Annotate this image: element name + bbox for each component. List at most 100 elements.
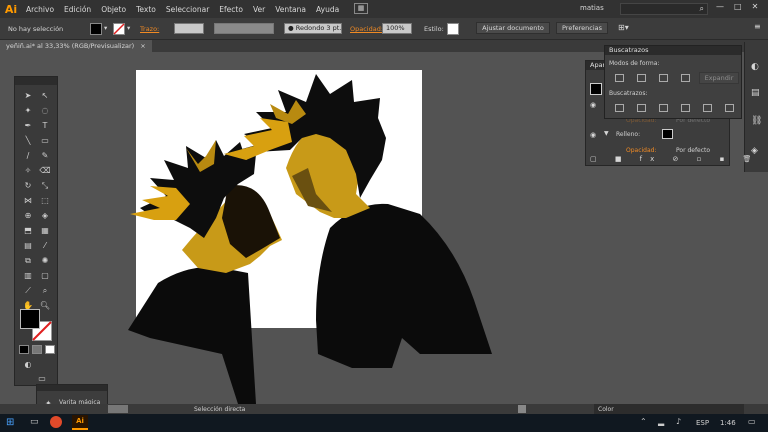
menu-texto[interactable]: Texto: [136, 5, 156, 14]
volume-icon[interactable]: ♪: [676, 417, 681, 426]
expand-button[interactable]: Expandir: [699, 72, 739, 84]
symbol-sprayer-tool-icon[interactable]: ✺: [38, 254, 52, 267]
illustration[interactable]: [120, 68, 500, 404]
minimize-icon[interactable]: —: [716, 2, 724, 11]
none-mode-icon[interactable]: [45, 345, 55, 354]
tab-close-icon[interactable]: ×: [140, 42, 145, 50]
shaper-tool-icon[interactable]: ✧: [21, 164, 35, 177]
preferences-button[interactable]: Preferencias: [556, 22, 608, 34]
divide-icon[interactable]: [615, 104, 624, 112]
mesh-tool-icon[interactable]: ▦: [38, 224, 52, 237]
notifications-icon[interactable]: ▭: [748, 417, 756, 426]
menu-ayuda[interactable]: Ayuda: [316, 5, 339, 14]
slice-tool-icon[interactable]: ⟋: [21, 284, 35, 297]
color-panel-icon[interactable]: ◐: [751, 62, 759, 72]
intersect-icon[interactable]: [659, 74, 668, 82]
selection-tool-icon[interactable]: ➤: [21, 89, 35, 102]
exclude-icon[interactable]: [681, 74, 690, 82]
fill-row-swatch[interactable]: [662, 129, 673, 139]
fill-expand-triangle-icon[interactable]: ▼: [604, 130, 609, 137]
gradient-mode-icon[interactable]: [32, 345, 42, 354]
stroke-swatch[interactable]: [113, 23, 125, 35]
clock[interactable]: 1:46: [720, 419, 736, 427]
outline-icon[interactable]: [703, 104, 712, 112]
fill-swatch[interactable]: [90, 23, 102, 35]
menu-seleccionar[interactable]: Seleccionar: [166, 5, 209, 14]
paintbrush-tool-icon[interactable]: ∕: [21, 149, 35, 162]
width-tool-icon[interactable]: ⋈: [21, 194, 35, 207]
free-transform-tool-icon[interactable]: ⬚: [38, 194, 52, 207]
language-indicator[interactable]: ESP: [696, 419, 709, 427]
color-panel-collapsed[interactable]: Color: [594, 404, 744, 414]
color-panel-tab[interactable]: Color: [598, 406, 614, 413]
pen-tool-icon[interactable]: ✒: [21, 119, 35, 132]
brush-dropdown[interactable]: ● Redondo 3 pt.: [284, 23, 342, 34]
document-tab[interactable]: yeñiñ.ai* al 33,33% (RGB/Previsualizar) …: [0, 40, 152, 52]
fill-color-front[interactable]: [20, 309, 40, 329]
adjust-document-button[interactable]: Ajustar documento: [476, 22, 550, 34]
menu-archivo[interactable]: Archivo: [26, 5, 54, 14]
live-paint-tool-icon[interactable]: ◈: [38, 209, 52, 222]
maximize-icon[interactable]: □: [734, 2, 742, 11]
trim-icon[interactable]: [637, 104, 646, 112]
blend-tool-icon[interactable]: ⧉: [21, 254, 35, 267]
opacity-label[interactable]: Opacidad:: [350, 25, 383, 33]
fill-visibility-eye-icon[interactable]: ◉: [590, 131, 596, 139]
menu-objeto[interactable]: Objeto: [101, 5, 126, 14]
zoom-field[interactable]: [108, 405, 128, 413]
opacity-field[interactable]: 100%: [382, 23, 412, 34]
zoom-tool-icon[interactable]: ⌕: [38, 284, 52, 297]
rectangle-tool-icon[interactable]: ▭: [38, 134, 52, 147]
scale-tool-icon[interactable]: ⤡: [38, 179, 52, 192]
illustrator-taskbar-icon[interactable]: Ai: [72, 415, 88, 430]
lasso-tool-icon[interactable]: ◌: [38, 104, 52, 117]
windows-start-icon[interactable]: ⊞: [6, 417, 14, 428]
network-icon[interactable]: ▂: [658, 417, 664, 426]
direct-selection-tool-icon[interactable]: ↖: [38, 89, 52, 102]
workspace-switcher-icon[interactable]: ▦: [354, 3, 368, 14]
crop-icon[interactable]: [681, 104, 690, 112]
menu-edicion[interactable]: Edición: [64, 5, 91, 14]
unite-icon[interactable]: [615, 74, 624, 82]
eyedropper-tool-icon[interactable]: ⁄: [38, 239, 52, 252]
shape-builder-tool-icon[interactable]: ⊕: [21, 209, 35, 222]
appearance-footer-icons[interactable]: ▢ ■ fx ⊘ ▫ ▪ 🗑︎: [590, 155, 759, 163]
tools-panel-header[interactable]: [15, 77, 57, 85]
style-swatch[interactable]: [447, 23, 459, 35]
tray-arrow-icon[interactable]: ⌃: [640, 417, 647, 426]
gradient-tool-icon[interactable]: ▤: [21, 239, 35, 252]
help-search-icon[interactable]: ⌕: [620, 3, 708, 15]
minus-front-icon[interactable]: [637, 74, 646, 82]
search-taskbar-icon[interactable]: ▭: [30, 417, 39, 427]
properties-panel-icon[interactable]: ▤: [751, 88, 760, 98]
stroke-weight-field[interactable]: [174, 23, 204, 34]
links-panel-icon[interactable]: ⛓: [751, 116, 762, 126]
stroke-label[interactable]: Trazo:: [140, 25, 159, 33]
variable-width-dropdown[interactable]: [214, 23, 274, 34]
menu-efecto[interactable]: Efecto: [219, 5, 243, 14]
eraser-tool-icon[interactable]: ⌫: [38, 164, 52, 177]
type-tool-icon[interactable]: T: [38, 119, 52, 132]
stroke-dropdown-icon[interactable]: ▾: [127, 24, 130, 32]
magic-wand-tool-icon[interactable]: ✦: [21, 104, 35, 117]
user-name[interactable]: matias: [580, 4, 604, 12]
graph-tool-icon[interactable]: ▥: [21, 269, 35, 282]
zoom-alt-icon[interactable]: 🔍︎: [38, 299, 52, 312]
color-mode-icon[interactable]: [19, 345, 29, 354]
fill-opacity-label[interactable]: Opacidad:: [626, 147, 657, 154]
fill-dropdown-icon[interactable]: ▾: [104, 24, 107, 32]
pathfinder-panel-tab[interactable]: Buscatrazos: [605, 46, 741, 55]
panel-menu-icon[interactable]: ≡: [754, 22, 761, 31]
pencil-tool-icon[interactable]: ✎: [38, 149, 52, 162]
menu-ventana[interactable]: Ventana: [275, 5, 306, 14]
horizontal-scroll-thumb[interactable]: [518, 405, 526, 413]
line-tool-icon[interactable]: ╲: [21, 134, 35, 147]
rotate-tool-icon[interactable]: ↻: [21, 179, 35, 192]
visibility-eye-icon[interactable]: ◉: [590, 101, 596, 109]
minus-back-icon[interactable]: [725, 104, 734, 112]
arrange-icon[interactable]: ⊞▾: [618, 23, 629, 32]
close-icon[interactable]: ✕: [752, 2, 759, 11]
chrome-icon[interactable]: [50, 416, 62, 428]
perspective-tool-icon[interactable]: ⬒: [21, 224, 35, 237]
artboard-tool-icon[interactable]: ▢: [38, 269, 52, 282]
